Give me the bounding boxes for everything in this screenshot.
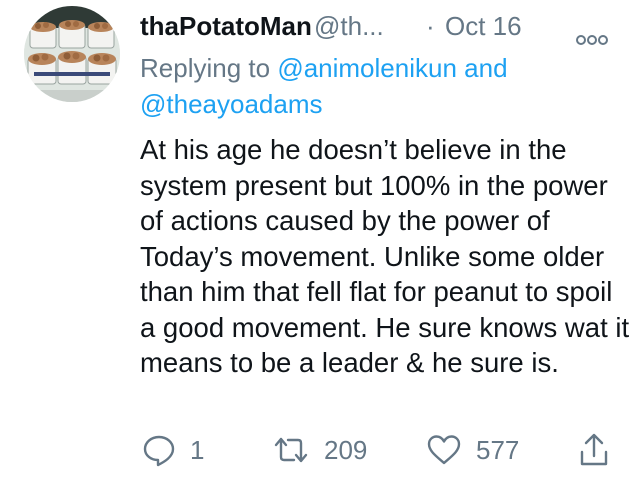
share-icon	[578, 432, 610, 468]
tweet: thaPotatoMan @th... · Oct 16 Replying to…	[0, 0, 640, 482]
more-options-icon[interactable]	[576, 20, 608, 45]
reply-mention-link[interactable]: @animolenikun	[277, 53, 457, 83]
tweet-text: At his age he doesn’t believe in the sys…	[140, 134, 630, 378]
tweet-header: thaPotatoMan @th... · Oct 16	[140, 8, 620, 48]
avatar-image	[24, 6, 120, 102]
replying-to: Replying to @animolenikun and @theayoada…	[140, 50, 610, 122]
retweet-count: 209	[324, 435, 368, 465]
reply-prefix: Replying to	[140, 53, 271, 83]
reply-conjunction[interactable]: and	[464, 53, 507, 83]
tweet-actions: 1 209 577	[140, 430, 620, 470]
retweet-icon	[272, 433, 310, 467]
reply-mention-link[interactable]: @theayoadams	[140, 89, 323, 119]
tweet-date[interactable]: Oct 16	[445, 8, 522, 44]
comment-icon	[142, 433, 176, 467]
display-name[interactable]: thaPotatoMan	[140, 8, 312, 44]
avatar[interactable]	[24, 6, 120, 102]
separator-dot: ·	[426, 11, 435, 41]
retweet-button[interactable]: 209	[272, 430, 367, 470]
user-handle[interactable]: @th...	[314, 8, 384, 44]
like-count: 577	[476, 435, 520, 465]
reply-button[interactable]: 1	[142, 430, 204, 470]
like-button[interactable]: 577	[426, 430, 519, 470]
heart-icon	[426, 433, 462, 467]
share-button[interactable]	[578, 430, 610, 470]
reply-count: 1	[190, 435, 205, 465]
